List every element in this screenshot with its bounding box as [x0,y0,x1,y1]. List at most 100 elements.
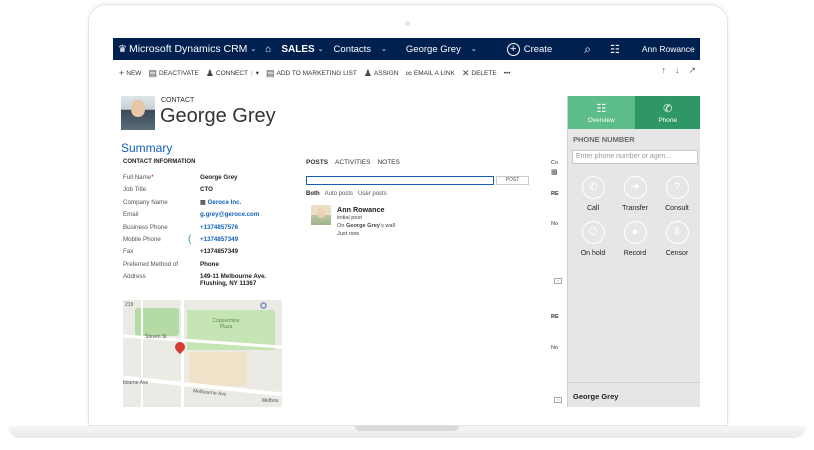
field-value-line2[interactable]: Flushing, NY 11367 [200,280,256,287]
field-value[interactable]: +1374857349 [200,248,238,255]
tab-notes[interactable]: NOTES [377,159,399,166]
home-icon[interactable]: ⌂ [265,38,271,60]
top-nav-bar: ♛ Microsoft Dynamics CRM ⌄ ⌂ SALES ⌄ Con… [113,38,700,60]
assign-label: ASSIGN [373,69,399,77]
connect-label: CONNECT [215,69,249,77]
chevron-down-icon[interactable]: ⌄ [471,38,477,60]
deactivate-label: DEACTIVATE [158,69,199,77]
active-call-contact[interactable]: George Grey [573,392,618,401]
post-context-link[interactable]: George Grey [346,223,380,229]
field-value[interactable]: Phone [200,261,219,268]
app-title[interactable]: Microsoft Dynamics CRM [129,38,247,60]
field-full-name[interactable]: Full Name* George Grey [123,174,293,186]
field-value[interactable]: CTO [200,186,213,193]
map-road [181,300,184,407]
deactivate-button[interactable]: ▤ DEACTIVATE [148,68,198,79]
field-value[interactable]: ▩ Geroce Inc. [200,199,241,206]
post-time: Just now [337,231,360,237]
post-author[interactable]: Ann Rowance [337,205,385,214]
phone-dialer-panel: ☷ Overview ✆ Phone PHONE NUMBER Enter ph… [567,96,700,407]
split-divider: | [251,69,253,77]
partial-heading: RE [551,314,559,320]
field-value[interactable]: 149-11 Melbourne Ave. [200,273,266,280]
assistant-icon[interactable]: ☷ [610,38,620,60]
avatar-face [131,100,145,117]
field-job-title[interactable]: Job Title CTO [123,186,293,198]
call-button[interactable]: ✆ Call [573,176,613,212]
arrow-right-icon: ➔ [623,176,647,199]
add-to-marketing-list-button[interactable]: ▤ ADD TO MARKETING LIST [266,68,357,79]
nav-area-sales[interactable]: SALES [281,38,314,60]
connect-button[interactable]: ♟ CONNECT | ▾ [206,68,259,79]
user-name[interactable]: Ann Rowance [642,38,695,60]
filter-both[interactable]: Both [306,191,320,197]
email-link-button[interactable]: ∞ EMAIL A LINK [405,68,454,78]
on-hold-button[interactable]: ∅ On hold [573,221,613,257]
map-label: bourne Ave [123,380,149,386]
create-label: Create [523,43,553,55]
map-label: Steven St [145,334,167,340]
assign-button[interactable]: ♟ ASSIGN [364,68,399,79]
connect-icon: ♟ [205,67,214,78]
phone-number-label: PHONE NUMBER [573,135,635,144]
field-address[interactable]: Address 149-11 Melbourne Ave. Flushing, … [123,273,293,293]
field-label: Fax [123,248,134,256]
chevron-down-icon[interactable]: ⌄ [318,38,324,60]
nav-entity-contacts[interactable]: Contacts [334,38,372,60]
expand-icon[interactable]: ↗ [688,65,696,76]
field-label: Preferred Method of [123,260,179,268]
delete-button[interactable]: ✕ DELETE [462,68,497,79]
field-business-phone[interactable]: Business Phone +1374857576 [123,224,293,236]
map-label: Melbou [262,398,279,404]
tab-posts[interactable]: POSTS [306,159,328,166]
chevron-down-icon[interactable]: ⌄ [381,38,387,60]
arrow-down-icon[interactable]: ↓ [675,65,680,76]
collapse-icon[interactable]: < [554,397,562,403]
censor-button[interactable]: Ⅱ Censor [657,221,697,257]
filter-user-posts[interactable]: User posts [358,191,387,197]
contact-avatar[interactable] [121,96,155,130]
field-value[interactable]: +1374857349 [200,236,238,243]
field-preferred-method[interactable]: Preferred Method of Phone [123,261,293,273]
post-filters: Both Auto posts User posts [306,191,387,197]
record-button[interactable]: ● Record [615,221,655,257]
record-navigation: ↑ ↓ ↗ [661,65,696,76]
collapse-icon[interactable]: < [554,278,562,284]
tab-overview[interactable]: ☷ Overview [568,96,635,129]
post-button[interactable]: POST [496,176,529,185]
phone-number-input[interactable]: Enter phone number or agen... [572,150,698,164]
field-label: Full Name* [123,174,154,181]
chevron-down-icon[interactable]: ⌄ [250,38,256,60]
nav-record-george-grey[interactable]: George Grey [406,38,461,60]
new-button[interactable]: + NEW [119,68,141,78]
tab-phone[interactable]: ✆ Phone [634,96,700,129]
search-icon[interactable]: ⌕ [584,38,591,60]
entity-type-label: CONTACT [161,97,195,104]
chevron-down-icon[interactable]: ▾ [256,69,259,77]
building-icon: ▩ [200,198,208,206]
dialer-tabs: ☷ Overview ✆ Phone [568,96,700,129]
consult-button[interactable]: ? Consult [657,176,697,212]
field-value[interactable]: g.grey@geroce.com [200,211,259,218]
summary-tab[interactable]: Summary [121,141,172,155]
post-input[interactable] [306,176,494,185]
more-commands-button[interactable]: ••• [504,70,511,77]
tab-activities[interactable]: ACTIVITIES [335,159,370,166]
transfer-button[interactable]: ➔ Transfer [615,176,655,212]
arrow-up-icon[interactable]: ↑ [661,65,666,76]
field-fax[interactable]: Fax +1374857349 [123,248,293,260]
map-label: 219 [125,302,134,308]
field-value[interactable]: +1374857576 [200,224,238,231]
building-icon: ▩ [551,169,558,176]
field-email[interactable]: Email g.grey@geroce.com [123,211,293,223]
field-mobile-phone[interactable]: Mobile Phone ( +1374857349 [123,234,293,248]
field-value[interactable]: George Grey [200,174,238,181]
phone-call-icon[interactable]: ( [188,234,191,245]
map-pin-icon[interactable] [172,339,188,355]
filter-auto-posts[interactable]: Auto posts [325,191,353,197]
address-map[interactable]: 219 Coppermine Plaza Steven St bourne Av… [123,300,282,407]
censor-icon: Ⅱ [665,221,689,244]
crm-screen: ♛ Microsoft Dynamics CRM ⌄ ⌂ SALES ⌄ Con… [113,38,700,407]
create-button[interactable]: + Create [506,38,553,60]
field-company-name[interactable]: Company Name ▩ Geroce Inc. [123,199,293,211]
